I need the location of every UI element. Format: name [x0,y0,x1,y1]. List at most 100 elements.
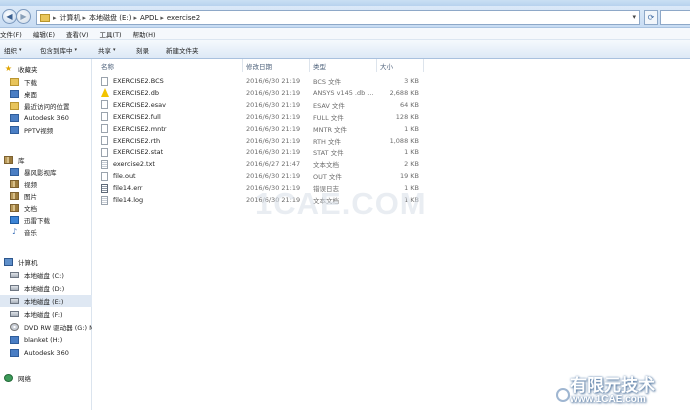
nav-label: 音乐 [24,229,37,237]
include-library-button[interactable]: 包含到库中 ▾ [40,45,77,55]
file-date: 2016/6/30 21:19 [246,112,301,121]
file-name-cell[interactable]: EXERCISE2.BCS [101,75,164,87]
nav-thunder[interactable]: 迅雷下载 [0,214,92,226]
file-date: 2016/6/30 21:19 [246,136,301,145]
file-name-cell[interactable]: EXERCISE2.full [101,111,161,123]
file-row[interactable]: EXERCISE2.esav 2016/6/30 21:19 ESAV 文件 64 K… [93,99,690,111]
include-library-label: 包含到库中 [40,47,73,55]
file-name-cell[interactable]: file.out [101,170,136,182]
menu-view[interactable]: 查看(V) [66,29,89,39]
forward-button[interactable]: ▶ [16,9,31,24]
breadcrumb-drive-e[interactable]: 本地磁盘 (E:) [89,13,131,23]
menu-edit[interactable]: 编辑(E) [33,29,55,39]
file-date: 2016/6/30 21:19 [246,172,301,181]
nav-drive-e[interactable]: 本地磁盘 (E:) [0,295,92,307]
ansys-icon [101,88,109,98]
nav-autodesk360-pc[interactable]: Autodesk 360 [0,347,92,359]
nav-label: 迅雷下载 [24,217,50,225]
column-divider[interactable] [423,59,424,72]
menu-tools[interactable]: 工具(T) [100,29,122,39]
file-type: ESAV 文件 [313,101,345,110]
organize-button[interactable]: 组织 ▾ [4,45,22,55]
file-name-cell[interactable]: EXERCISE2.stat [101,146,163,158]
chevron-right-icon[interactable]: ▸ [83,14,87,22]
column-header-name[interactable]: 名称 [101,59,114,72]
nav-pptv[interactable]: PPTV视频 [0,124,92,136]
nav-documents[interactable]: 文档 [0,202,92,214]
nav-dvd[interactable]: DVD RW 驱动器 (G:) M [0,321,92,333]
file-date: 2016/6/30 21:19 [246,77,301,85]
file-date: 2016/6/30 21:19 [246,88,301,97]
file-date: 2016/6/27 21:47 [246,160,301,169]
breadcrumb-apdl[interactable]: APDL [140,14,158,22]
new-folder-button[interactable]: 新建文件夹 [166,45,199,55]
search-input[interactable] [660,10,690,25]
nav-drive-f[interactable]: 本地磁盘 (F:) [0,308,92,320]
file-row[interactable]: exercise2.txt 2016/6/27 21:47 文本文档 2 KB [93,158,690,170]
file-size: 1 KB [404,124,419,133]
chevron-right-icon[interactable]: ▸ [160,14,164,22]
file-row[interactable]: file.out 2016/6/30 21:19 OUT 文件 19 KB [93,170,690,182]
nav-favorites[interactable]: ★ 收藏夹 [0,63,92,75]
nav-autodesk360[interactable]: Autodesk 360 [0,112,92,124]
file-name-cell[interactable]: EXERCISE2.db [101,87,159,99]
nav-drive-d[interactable]: 本地磁盘 (D:) [0,282,92,294]
file-name-cell[interactable]: file14.err [101,182,142,194]
file-row[interactable]: EXERCISE2.full 2016/6/30 21:19 FULL 文件 128 … [93,111,690,123]
file-size: 1,088 KB [389,136,419,145]
chevron-down-icon[interactable]: ▾ [632,13,636,21]
nav-label: 收藏夹 [18,66,38,74]
file-row[interactable]: EXERCISE2.mntr 2016/6/30 21:19 MNTR 文件 1 KB [93,123,690,135]
file-name: file14.log [113,196,144,204]
share-button[interactable]: 共享 ▾ [98,45,116,55]
file-list[interactable]: 名称 修改日期 类型 大小 EXERCISE2.BCS 2016/6/30 21:… [93,59,690,410]
nav-drive-c[interactable]: 本地磁盘 (C:) [0,269,92,281]
desktop-icon [10,90,19,98]
nav-blanket[interactable]: blanket (H:) [0,334,92,346]
menu-file[interactable]: 文件(F) [0,29,22,39]
column-divider[interactable] [309,59,310,72]
file-row[interactable]: EXERCISE2.rth 2016/6/30 21:19 RTH 文件 1,088 … [93,135,690,147]
file-name-cell[interactable]: EXERCISE2.esav [101,99,166,111]
file-name-cell[interactable]: EXERCISE2.mntr [101,123,166,135]
file-size: 128 KB [395,112,419,121]
file-row[interactable]: EXERCISE2.BCS 2016/6/30 21:19 BCS 文件 3 KB [93,75,690,87]
column-divider[interactable] [376,59,377,72]
nav-libraries[interactable]: 库 [0,154,92,166]
refresh-button[interactable]: ⟳ [644,10,658,25]
nav-downloads[interactable]: 下载 [0,76,92,88]
file-name: exercise2.txt [113,160,155,169]
nav-videos[interactable]: 视频 [0,178,92,190]
address-bar[interactable]: ▸ 计算机 ▸ 本地磁盘 (E:) ▸ APDL ▸ exercise2 ▾ [36,10,640,25]
nav-computer[interactable]: 计算机 [0,256,92,268]
column-header-type[interactable]: 类型 [313,59,326,72]
nav-music[interactable]: ♪ 音乐 [0,226,92,238]
file-row[interactable]: EXERCISE2.db 2016/6/30 21:19 ANSYS v145 .d… [93,87,690,99]
nav-pictures[interactable]: 图片 [0,190,92,202]
nav-baofeng[interactable]: 暴风影视库 [0,166,92,178]
file-name-cell[interactable]: exercise2.txt [101,158,155,170]
nav-label: 本地磁盘 (D:) [24,285,65,293]
burn-button[interactable]: 刻录 [136,45,149,55]
chevron-right-icon[interactable]: ▸ [134,14,138,22]
hard-drive-icon [10,298,19,304]
star-icon: ★ [4,64,13,73]
file-row[interactable]: EXERCISE2.stat 2016/6/30 21:19 STAT 文件 1 KB [93,146,690,158]
dvd-drive-icon [10,323,19,331]
nav-network[interactable]: 网络 [0,372,92,384]
nav-desktop[interactable]: 桌面 [0,88,92,100]
breadcrumb-exercise2[interactable]: exercise2 [167,14,200,22]
file-name-cell[interactable]: file14.log [101,194,143,206]
column-header-size[interactable]: 大小 [380,59,393,72]
navigation-pane[interactable]: ★ 收藏夹 下载 桌面 最近访问的位置 Autodesk 360 PPTV视频 库… [0,59,92,410]
column-header-date[interactable]: 修改日期 [246,59,272,72]
breadcrumb-computer[interactable]: 计算机 [60,13,81,23]
downloads-folder-icon [10,78,19,86]
column-divider[interactable] [242,59,243,72]
watermark-logo: 有限元技术 [570,376,655,396]
file-name: EXERCISE2.rth [113,136,161,145]
back-button[interactable]: ◀ [2,9,17,24]
nav-recent[interactable]: 最近访问的位置 [0,100,92,112]
file-name-cell[interactable]: EXERCISE2.rth [101,135,160,147]
menu-help[interactable]: 帮助(H) [133,29,156,39]
